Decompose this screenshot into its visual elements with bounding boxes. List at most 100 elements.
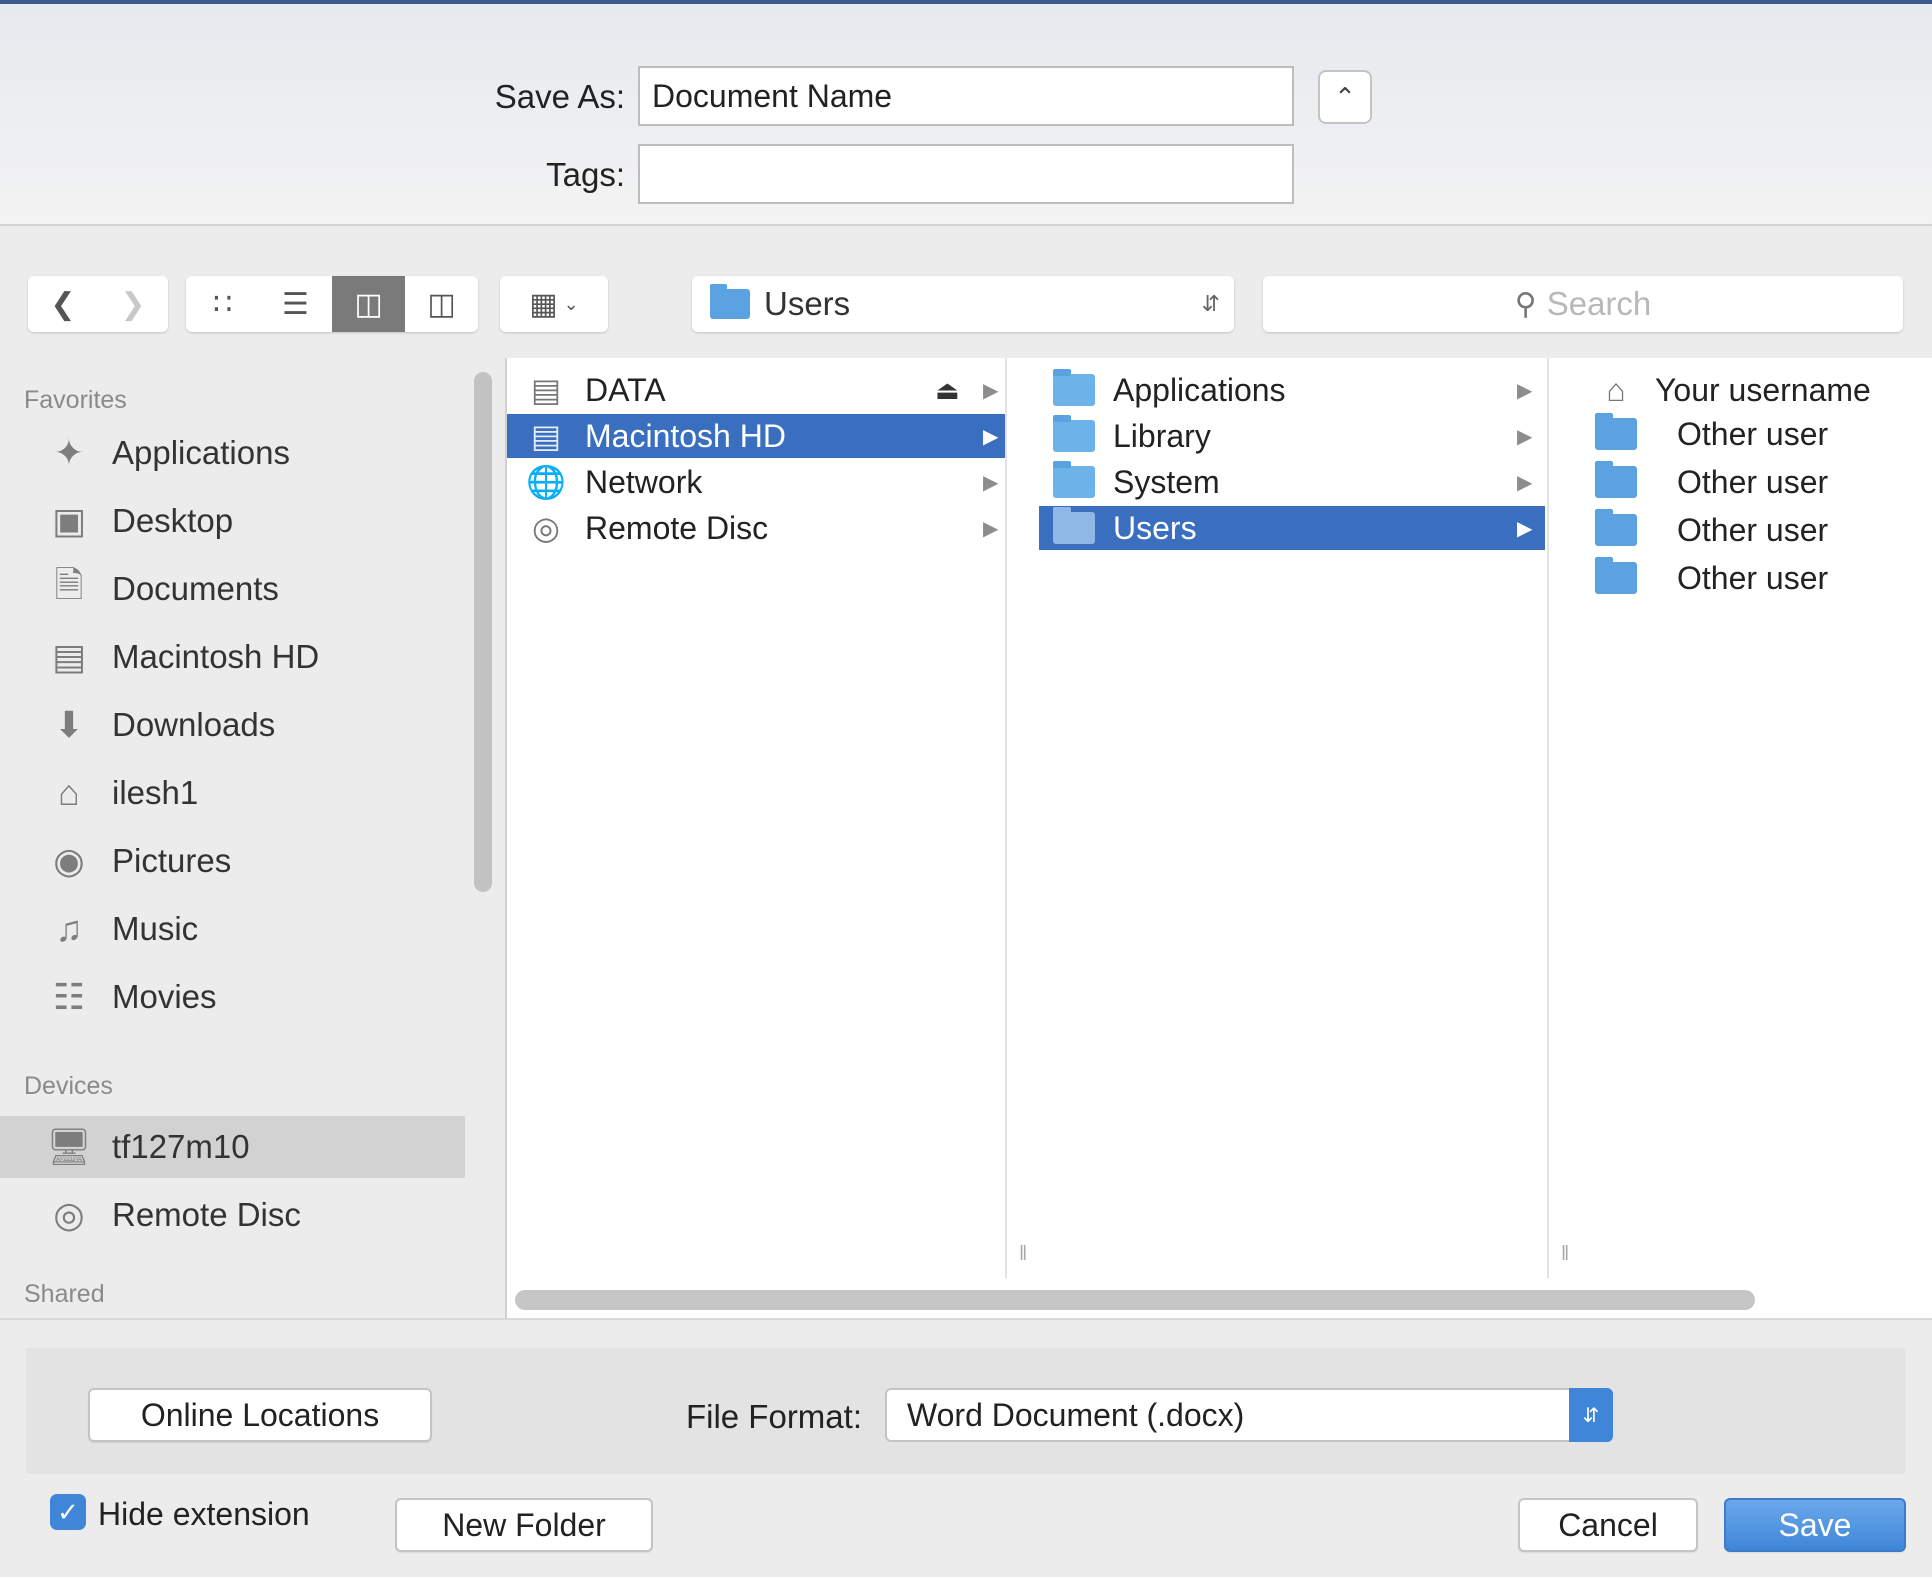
sidebar-item-movies[interactable]: ☷ Movies (0, 966, 465, 1028)
external-drive-icon: ▤ (530, 372, 562, 408)
column-view-button[interactable]: ◫ (332, 276, 405, 332)
list-item-macintosh-hd[interactable]: ▤ Macintosh HD ▶ (507, 414, 1005, 458)
sidebar-item-computer[interactable]: 🖥 tf127m10 (0, 1116, 465, 1178)
list-view-icon: ☰ (282, 287, 309, 321)
list-item-other-user[interactable]: Other user (1551, 412, 1932, 456)
list-item-network[interactable]: 🌐 Network ▶ (507, 460, 1005, 504)
disclosure-arrow-icon: ▶ (983, 471, 999, 494)
list-item-label: DATA (585, 371, 666, 408)
arrange-menu[interactable]: ▦ ⌄ (500, 276, 608, 332)
column-resize-handle[interactable]: ‖ (1019, 1243, 1027, 1266)
sidebar-item-label: tf127m10 (112, 1128, 250, 1165)
devices-header: Devices (24, 1072, 113, 1100)
list-item-other-user[interactable]: Other user (1551, 556, 1932, 600)
arrange-button[interactable]: ▦ ⌄ (500, 276, 608, 332)
list-item-your-username[interactable]: ⌂ Your username (1551, 368, 1932, 412)
disclosure-arrow-icon: ▶ (1517, 517, 1533, 540)
sidebar-item-label: Documents (112, 570, 279, 607)
sidebar-item-applications[interactable]: ✦ Applications (0, 422, 465, 484)
sidebar-item-label: Movies (112, 978, 217, 1015)
hide-extension-label: Hide extension (98, 1496, 310, 1532)
cover-flow-icon: ◫ (427, 287, 456, 321)
folder-icon (1595, 413, 1637, 452)
hard-drive-icon: ▤ (51, 636, 86, 677)
search-placeholder: Search (1546, 285, 1652, 322)
tags-input[interactable] (638, 144, 1294, 204)
list-item-library[interactable]: Library ▶ (1039, 414, 1545, 458)
icon-view-icon: ∷ (212, 287, 233, 321)
view-mode-control: ∷ ☰ ◫ ◫ (186, 276, 478, 332)
home-icon: ⌂ (1606, 371, 1626, 408)
users-folder-icon (710, 284, 750, 319)
list-item-label: Other user (1677, 511, 1829, 548)
path-popup[interactable]: Users ⇵ (692, 276, 1234, 332)
sidebar-item-label: Pictures (112, 842, 232, 879)
disc-icon: ◎ (532, 510, 560, 546)
save-button[interactable]: Save (1724, 1498, 1906, 1552)
list-item-data[interactable]: ▤ DATA ⏏ ▶ (507, 368, 1005, 412)
sidebar-item-desktop[interactable]: ▣ Desktop (0, 490, 465, 552)
column-resize-handle[interactable]: ‖ (1561, 1243, 1569, 1266)
disclosure-arrow-icon: ▶ (983, 517, 999, 540)
folder-icon (1595, 557, 1637, 596)
disclosure-arrow-icon: ▶ (1517, 471, 1533, 494)
applications-icon: ✦ (53, 432, 85, 473)
save-as-label: Save As: (494, 78, 625, 115)
list-item-label: Users (1113, 509, 1197, 546)
film-icon: ☷ (52, 976, 86, 1017)
filename-input[interactable] (638, 66, 1294, 126)
search-field[interactable]: ⚲ Search (1263, 276, 1903, 332)
monitor-icon: 🖥 (46, 1126, 92, 1167)
sidebar-scrollbar[interactable] (474, 372, 492, 892)
cover-flow-button[interactable]: ◫ (405, 276, 478, 332)
path-label: Users (764, 285, 851, 322)
sidebar-item-documents[interactable]: 🗎 Documents (0, 558, 465, 620)
system-folder-icon (1053, 461, 1095, 500)
sidebar-item-macintosh-hd[interactable]: ▤ Macintosh HD (0, 626, 465, 688)
folder-icon (1595, 461, 1637, 500)
eject-icon[interactable]: ⏏ (935, 375, 960, 406)
online-locations-button[interactable]: Online Locations (88, 1388, 432, 1442)
desktop-icon: ▣ (51, 500, 86, 541)
file-format-label: File Format: (685, 1398, 862, 1435)
shared-header: Shared (24, 1280, 105, 1308)
list-item-system[interactable]: System ▶ (1039, 460, 1545, 504)
file-format-select[interactable]: Word Document (.docx) ⇵ (885, 1388, 1613, 1442)
sidebar-item-pictures[interactable]: ◉ Pictures (0, 830, 465, 892)
library-folder-icon (1053, 415, 1095, 454)
sidebar-item-label: Music (112, 910, 199, 947)
list-item-label: Macintosh HD (585, 417, 786, 454)
sidebar-item-home[interactable]: ⌂ ilesh1 (0, 762, 465, 824)
sidebar-item-remote-disc[interactable]: ◎ Remote Disc (0, 1184, 465, 1246)
hard-drive-icon: ▤ (530, 418, 562, 454)
list-item-other-user[interactable]: Other user (1551, 508, 1932, 552)
icon-view-button[interactable]: ∷ (186, 276, 259, 332)
horizontal-scrollbar[interactable] (515, 1290, 1755, 1310)
list-item-users[interactable]: Users ▶ (1039, 506, 1545, 550)
list-item-remote-disc[interactable]: ◎ Remote Disc ▶ (507, 506, 1005, 550)
sidebar-item-music[interactable]: ♫ Music (0, 898, 465, 960)
back-button[interactable]: ❮ (28, 276, 98, 332)
cancel-button[interactable]: Cancel (1518, 1498, 1698, 1552)
sidebar-item-downloads[interactable]: ⬇ Downloads (0, 694, 465, 756)
forward-button[interactable]: ❯ (98, 276, 168, 332)
sidebar: Favorites ✦ Applications ▣ Desktop 🗎 Doc… (0, 358, 505, 1318)
collapse-button[interactable]: ⌃ (1318, 70, 1372, 124)
list-item-label: Network (585, 463, 703, 500)
list-item-label: Remote Disc (585, 509, 769, 546)
downloads-icon: ⬇ (53, 704, 85, 745)
list-item-other-user[interactable]: Other user (1551, 460, 1932, 504)
disclosure-arrow-icon: ▶ (983, 379, 999, 402)
list-item-label: Other user (1677, 415, 1829, 452)
list-item-applications[interactable]: Applications ▶ (1039, 368, 1545, 412)
list-view-button[interactable]: ☰ (259, 276, 332, 332)
hide-extension-checkbox[interactable]: ✓ (50, 1494, 86, 1530)
folder-icon (1595, 509, 1637, 548)
sidebar-item-label: Applications (112, 434, 290, 471)
new-folder-button[interactable]: New Folder (395, 1498, 653, 1552)
browser-column-3: ⌂ Your username Other user Other user Ot… (1551, 358, 1932, 1278)
search-icon: ⚲ (1514, 287, 1537, 321)
chevron-up-icon: ⌃ (1334, 81, 1356, 112)
globe-icon: 🌐 (526, 464, 566, 500)
disc-icon: ◎ (53, 1194, 85, 1235)
